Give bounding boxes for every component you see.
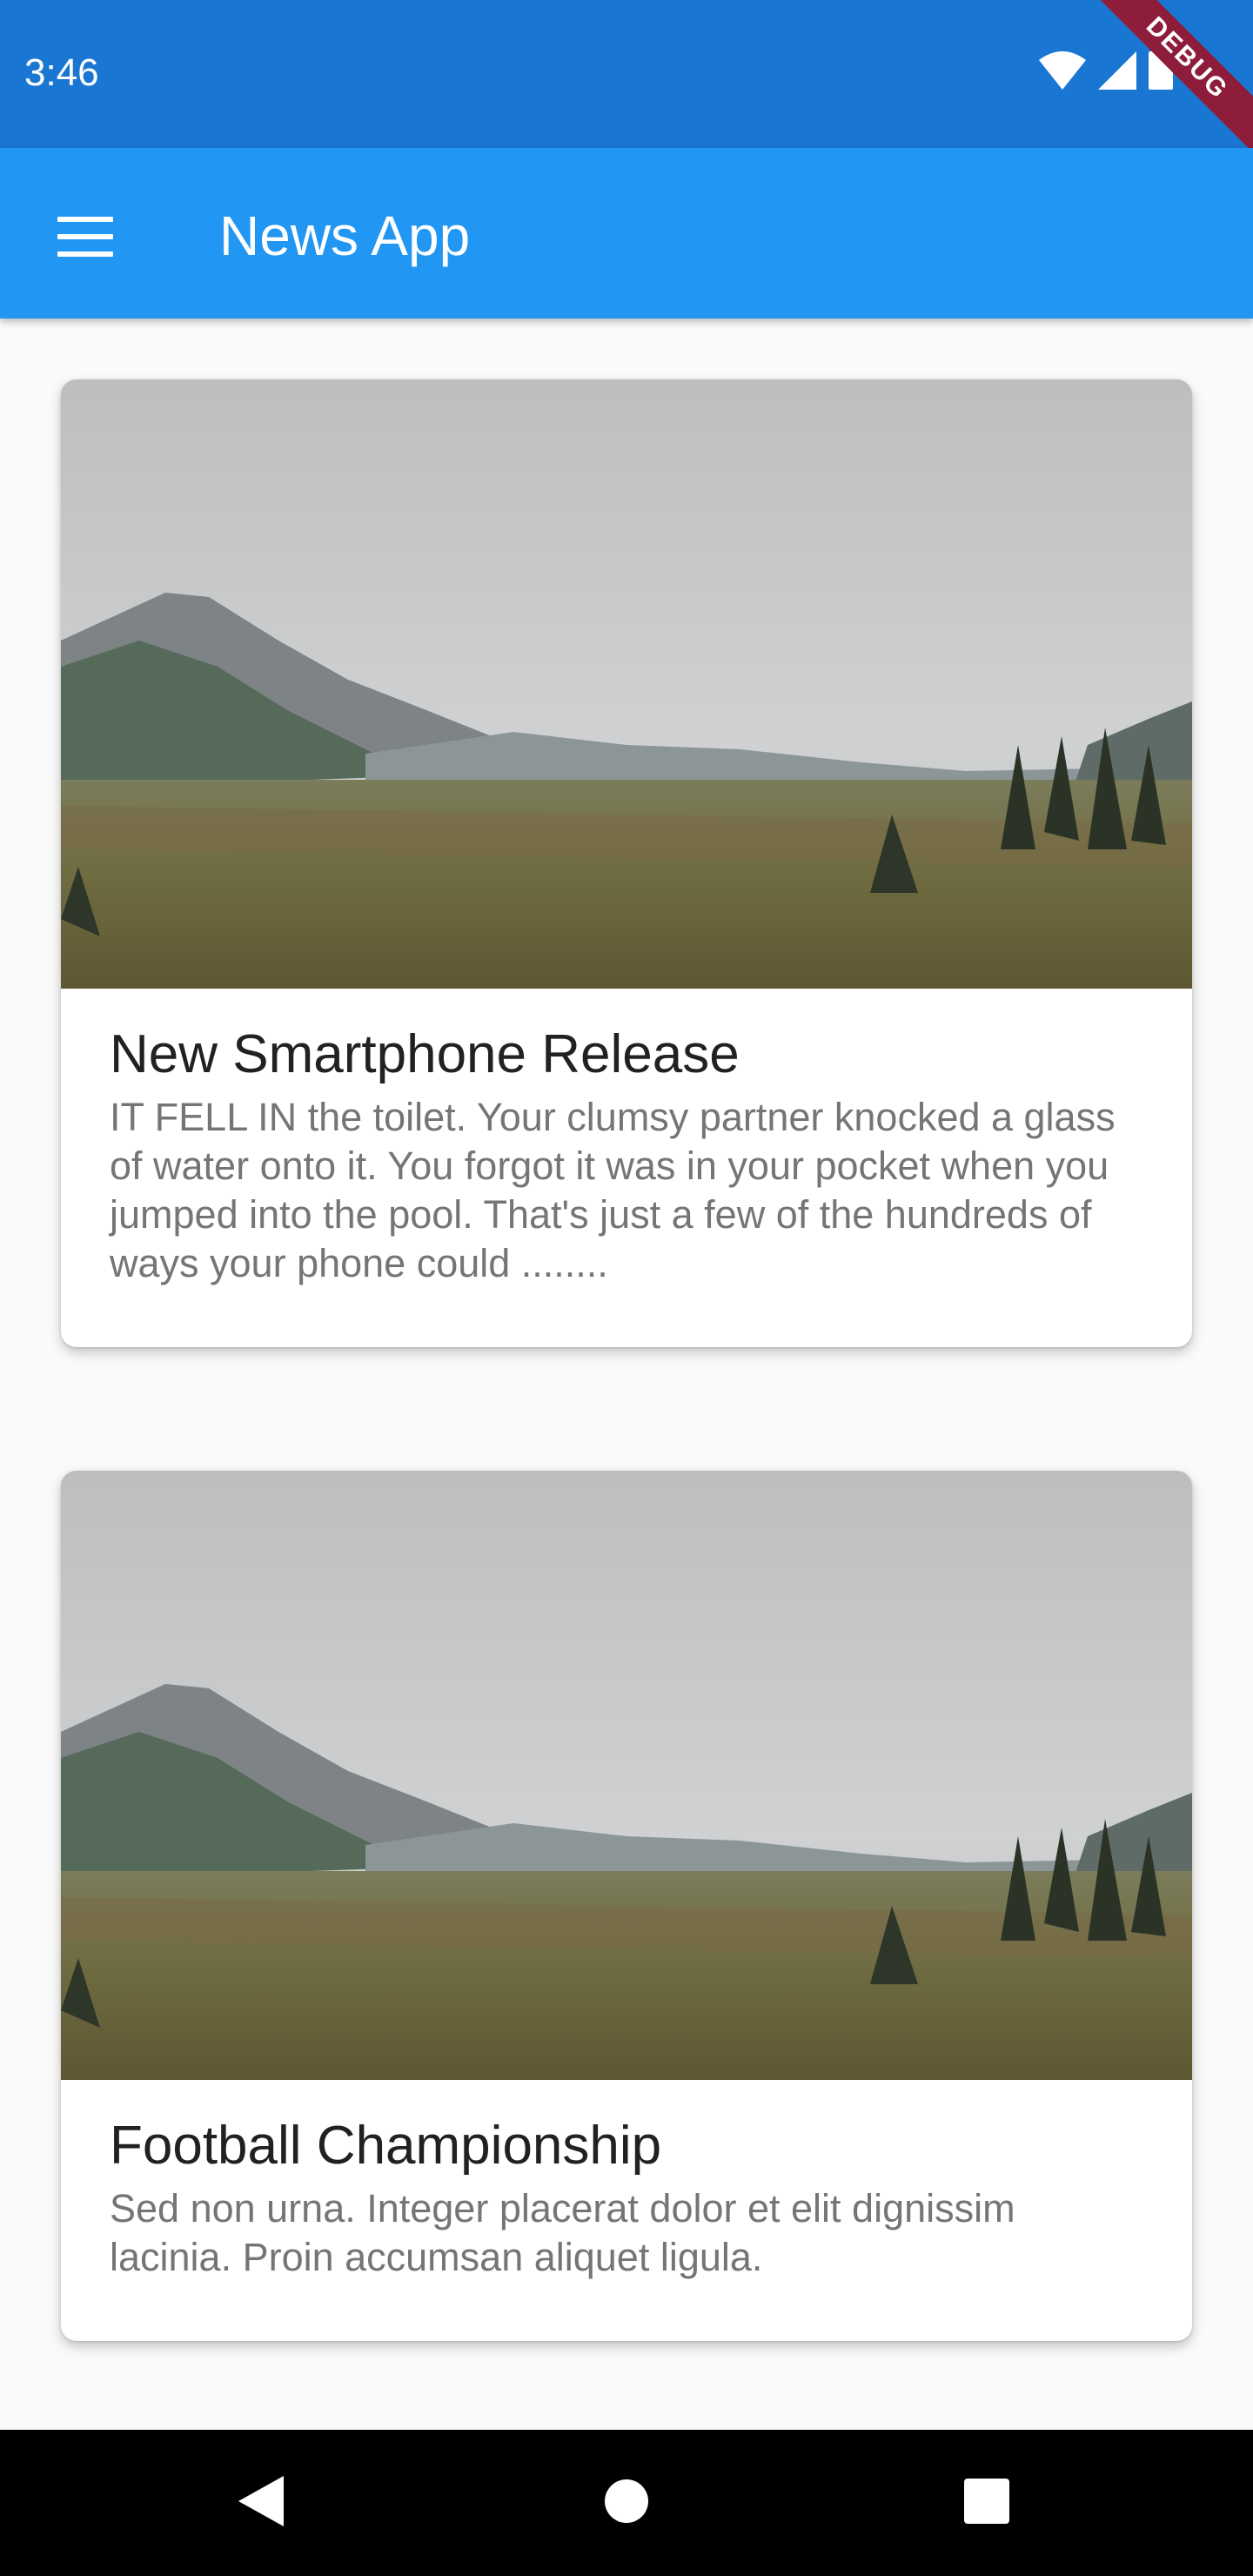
app-bar: News App: [0, 148, 1253, 319]
back-icon: [238, 2475, 284, 2531]
card-body: New Smartphone Release IT FELL IN the to…: [61, 989, 1192, 1288]
news-card[interactable]: New Smartphone Release IT FELL IN the to…: [61, 379, 1192, 1347]
home-icon: [604, 2479, 649, 2528]
article-image: [61, 1471, 1192, 2080]
app-title: News App: [219, 205, 471, 267]
card-body: Football Championship Sed non urna. Inte…: [61, 2080, 1192, 2282]
article-description: Sed non urna. Integer placerat dolor et …: [110, 2186, 1015, 2279]
navigation-bar: [0, 2430, 1253, 2576]
menu-icon: [57, 217, 113, 257]
recents-icon: [964, 2478, 1009, 2528]
article-image: [61, 379, 1192, 989]
news-card[interactable]: Football Championship Sed non urna. Inte…: [61, 1471, 1192, 2341]
status-icons: [1039, 48, 1173, 94]
article-title: Football Championship: [110, 2116, 662, 2176]
status-time: 3:46: [24, 51, 99, 94]
recents-button[interactable]: [952, 2468, 1022, 2538]
wifi-icon: [1039, 51, 1086, 94]
home-button[interactable]: [592, 2468, 661, 2538]
menu-button[interactable]: [42, 193, 129, 280]
article-title: New Smartphone Release: [110, 1024, 740, 1084]
article-description: IT FELL IN the toilet. Your clumsy partn…: [110, 1095, 1116, 1285]
signal-icon: [1098, 51, 1136, 94]
status-bar: 3:46: [0, 0, 1253, 148]
back-button[interactable]: [226, 2468, 296, 2538]
battery-icon: [1149, 48, 1173, 94]
